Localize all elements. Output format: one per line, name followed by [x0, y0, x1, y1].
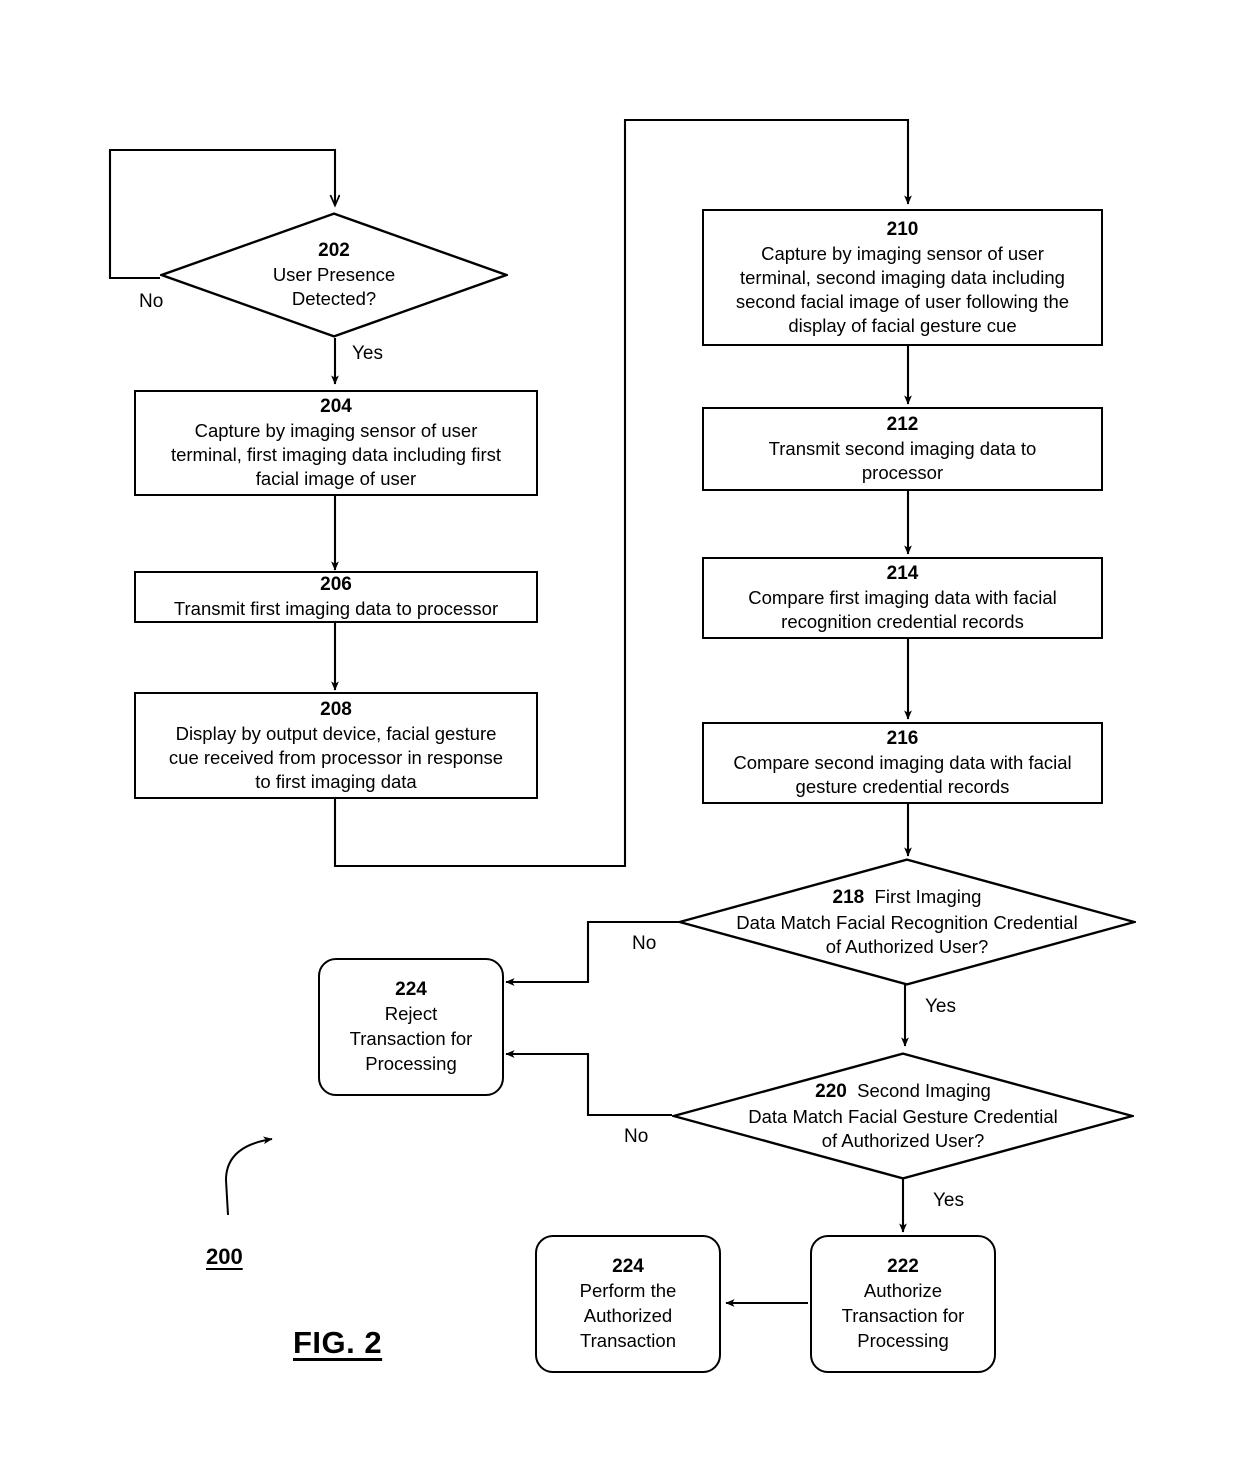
decision-218-text: 218 First Imaging Data Match Facial Reco…: [678, 858, 1136, 986]
terminator-224-perform-line2: Authorized: [583, 1304, 673, 1326]
decision-202: 202 User Presence Detected?: [160, 212, 508, 338]
decision-218-line2: Data Match Facial Recognition Credential: [736, 911, 1078, 933]
decision-218-head: 218 First Imaging: [833, 885, 982, 911]
process-212-ref: 212: [886, 413, 919, 435]
process-216-ref: 216: [886, 727, 919, 749]
decision-218-line1: First Imaging: [874, 886, 982, 908]
process-208-line1: Display by output device, facial gesture: [175, 722, 497, 744]
process-206-line1: Transmit first imaging data to processor: [173, 598, 499, 620]
process-204-ref: 204: [320, 396, 352, 418]
process-216-line2: gesture credential records: [795, 776, 1010, 798]
decision-202-line1: User Presence: [272, 264, 396, 286]
process-216: 216 Compare second imaging data with fac…: [702, 722, 1103, 804]
terminator-224-reject-line2: Transaction for: [349, 1027, 473, 1049]
terminator-224-perform: 224 Perform the Authorized Transaction: [535, 1235, 721, 1373]
decision-220-text: 220 Second Imaging Data Match Facial Ges…: [672, 1052, 1134, 1180]
decision-202-ref: 202: [318, 239, 350, 261]
leader-arrow-200: [224, 1136, 273, 1216]
terminator-224-reject: 224 Reject Transaction for Processing: [318, 958, 504, 1096]
decision-202-text: 202 User Presence Detected?: [160, 212, 508, 338]
diagram-number-200: 200: [206, 1244, 243, 1269]
edge-label-202-no: No: [139, 291, 164, 312]
process-208-ref: 208: [320, 698, 352, 720]
process-214: 214 Compare first imaging data with faci…: [702, 557, 1103, 639]
decision-202-line2: Detected?: [291, 288, 377, 310]
process-212: 212 Transmit second imaging data to proc…: [702, 407, 1103, 491]
process-210-line2: terminal, second imaging data including: [740, 266, 1065, 288]
process-212-line2: processor: [861, 462, 944, 484]
process-204-line3: facial image of user: [255, 468, 417, 490]
edge-label-218-no: No: [632, 933, 657, 954]
terminator-224-reject-line1: Reject: [384, 1002, 438, 1024]
decision-220-head: 220 Second Imaging: [815, 1079, 991, 1105]
edge-label-202-yes: Yes: [352, 343, 383, 364]
figure-caption: FIG. 2: [293, 1325, 383, 1360]
decision-218-line3: of Authorized User?: [825, 935, 989, 957]
process-210-line3: second facial image of user following th…: [735, 290, 1070, 312]
figure-canvas: 202 User Presence Detected? 204 Capture …: [0, 0, 1240, 1478]
terminator-224-perform-line3: Transaction: [580, 1329, 676, 1351]
terminator-224-reject-line3: Processing: [365, 1052, 457, 1074]
process-206-ref: 206: [320, 573, 352, 595]
terminator-222-line2: Transaction for: [841, 1304, 965, 1326]
terminator-224-perform-ref: 224: [612, 1255, 644, 1277]
decision-220: 220 Second Imaging Data Match Facial Ges…: [672, 1052, 1134, 1180]
terminator-222-line1: Authorize: [863, 1279, 943, 1301]
process-208-line2: cue received from processor in response: [168, 746, 504, 768]
process-210: 210 Capture by imaging sensor of user te…: [702, 209, 1103, 346]
terminator-222-line3: Processing: [857, 1329, 949, 1351]
process-212-line1: Transmit second imaging data to: [768, 438, 1037, 460]
process-214-line1: Compare first imaging data with facial: [748, 587, 1057, 609]
process-208-line3: to first imaging data: [255, 770, 417, 792]
process-206: 206 Transmit first imaging data to proce…: [134, 571, 538, 623]
process-210-line1: Capture by imaging sensor of user: [761, 242, 1044, 264]
process-204-line1: Capture by imaging sensor of user: [194, 420, 478, 442]
process-204-line2: terminal, first imaging data including f…: [170, 444, 502, 466]
edge-220-no-to-reject: [505, 1050, 672, 1117]
decision-220-ref: 220: [815, 1081, 847, 1103]
decision-220-line3: of Authorized User?: [821, 1129, 985, 1151]
decision-218-ref: 218: [832, 887, 865, 909]
terminator-224-reject-ref: 224: [395, 978, 427, 1000]
terminator-222-ref: 222: [887, 1255, 919, 1277]
terminator-222-authorize: 222 Authorize Transaction for Processing: [810, 1235, 996, 1373]
process-214-line2: recognition credential records: [781, 611, 1024, 633]
terminator-224-perform-line1: Perform the: [579, 1279, 677, 1301]
process-216-line1: Compare second imaging data with facial: [733, 752, 1072, 774]
decision-220-line2: Data Match Facial Gesture Credential: [748, 1105, 1058, 1127]
process-208: 208 Display by output device, facial ges…: [134, 692, 538, 799]
process-210-ref: 210: [886, 218, 919, 240]
process-210-line4: display of facial gesture cue: [788, 314, 1017, 336]
edge-label-220-yes: Yes: [933, 1190, 964, 1211]
edge-label-218-yes: Yes: [925, 996, 956, 1017]
decision-220-line1: Second Imaging: [857, 1080, 991, 1102]
process-214-ref: 214: [886, 562, 919, 584]
process-204: 204 Capture by imaging sensor of user te…: [134, 390, 538, 496]
decision-218: 218 First Imaging Data Match Facial Reco…: [678, 858, 1136, 986]
edge-label-220-no: No: [624, 1126, 649, 1147]
